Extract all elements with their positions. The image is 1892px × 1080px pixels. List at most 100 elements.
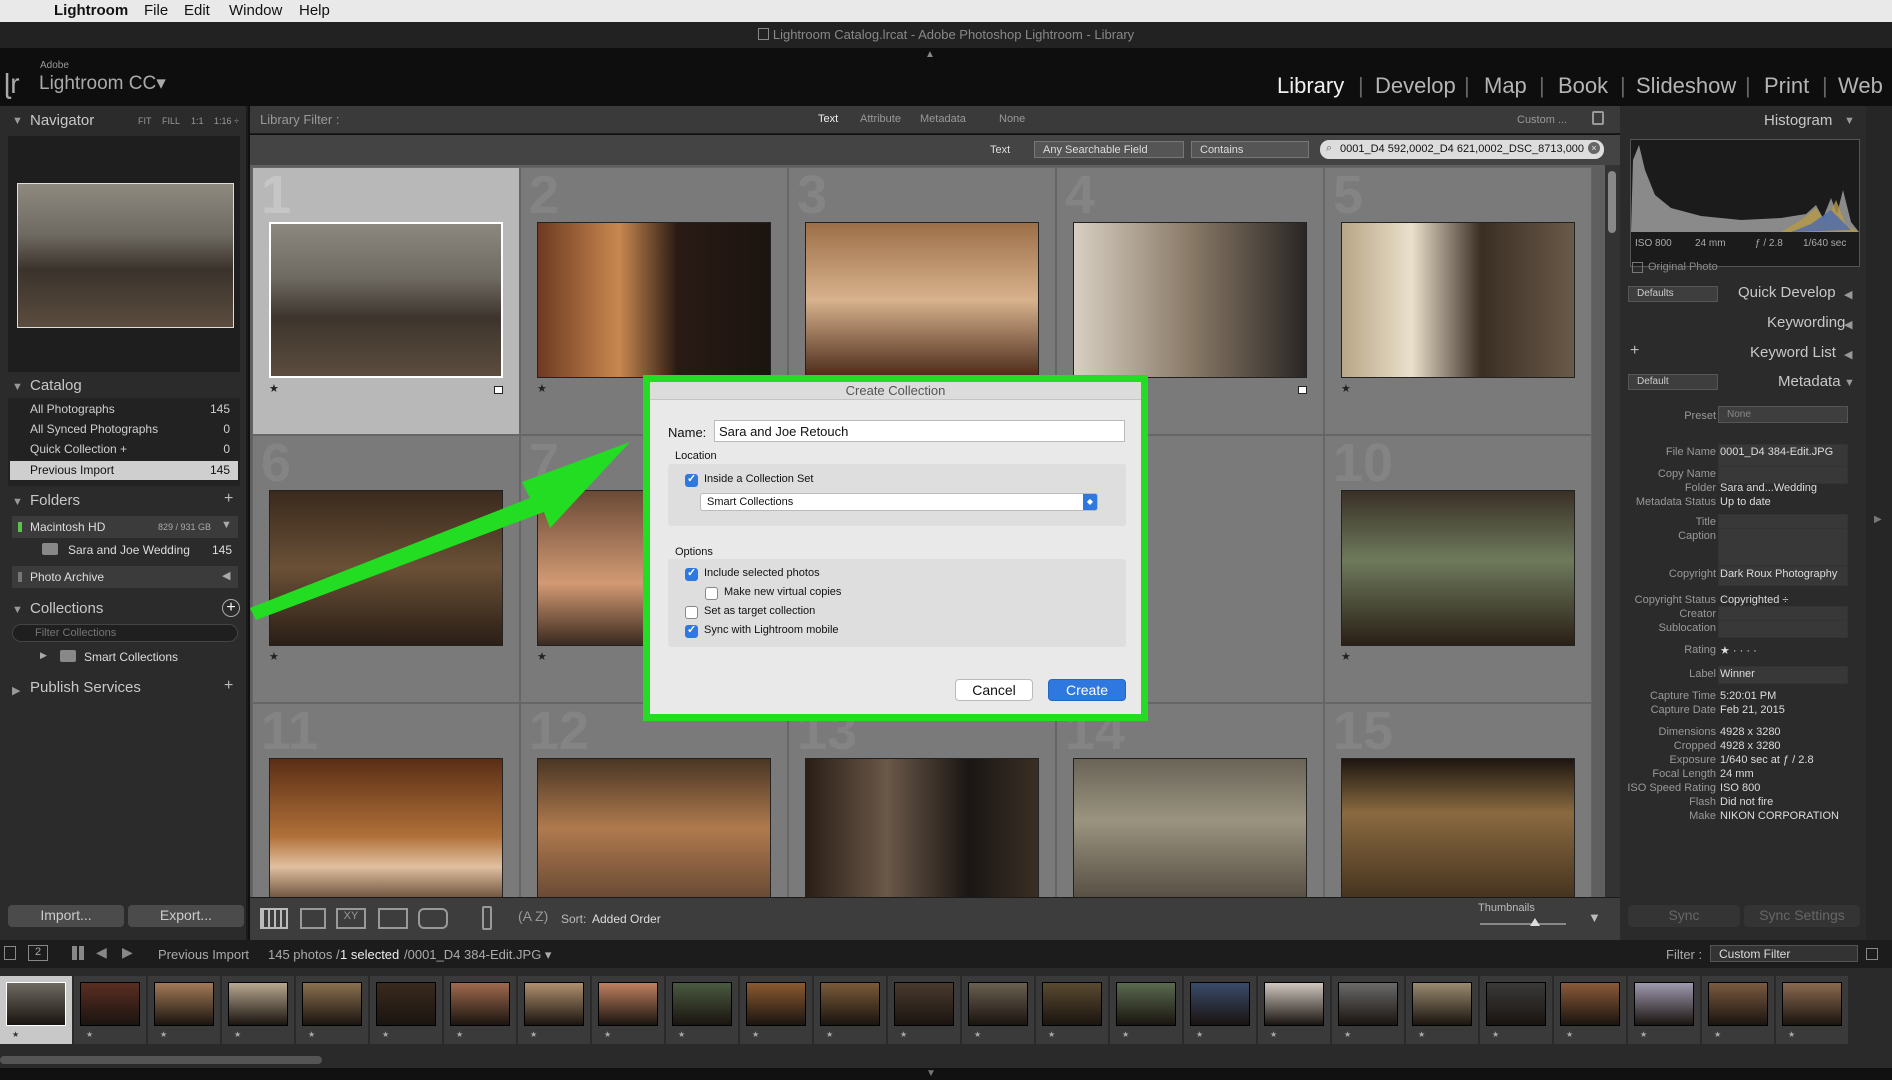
catalog-item-all-photographs[interactable]: All Photographs 145 xyxy=(10,400,238,419)
photo-thumbnail[interactable] xyxy=(1341,758,1575,897)
filmstrip-thumbnail[interactable] xyxy=(1634,982,1694,1026)
rating-star-icon[interactable]: ★ xyxy=(1341,650,1351,663)
thumbnail-size-slider[interactable] xyxy=(1480,918,1566,926)
filmstrip-thumbnail[interactable] xyxy=(820,982,880,1026)
module-slideshow[interactable]: Slideshow xyxy=(1636,73,1736,99)
filmstrip-thumbnail[interactable] xyxy=(1412,982,1472,1026)
zoom-1-1[interactable]: 1:1 xyxy=(191,116,204,126)
metadata-value[interactable]: 1/640 sec at ƒ / 2.8 xyxy=(1720,754,1844,766)
rating-star-icon[interactable]: ★ xyxy=(269,650,279,663)
filmstrip-thumbnail[interactable] xyxy=(6,982,66,1026)
filmstrip-thumbnail[interactable] xyxy=(1708,982,1768,1026)
histogram-title[interactable]: Histogram xyxy=(1764,112,1832,129)
quick-develop-title[interactable]: Quick Develop xyxy=(1738,284,1836,301)
sync-button[interactable]: Sync xyxy=(1628,905,1740,927)
sync-mobile-checkbox[interactable] xyxy=(685,623,698,638)
compare-view-icon[interactable]: XY xyxy=(336,908,366,929)
photo-thumbnail[interactable] xyxy=(537,758,771,897)
quick-develop-preset-select[interactable]: Defaults xyxy=(1628,286,1718,302)
grid-cell[interactable]: 14 xyxy=(1056,701,1324,897)
filmstrip-thumbnail[interactable] xyxy=(1190,982,1250,1026)
brand-lightroom[interactable]: Lightroom CC▾ xyxy=(39,72,166,95)
metadata-value[interactable]: 4928 x 3280 xyxy=(1720,740,1844,752)
filmstrip-thumbnail[interactable] xyxy=(154,982,214,1026)
metadata-value[interactable]: Sara and...Wedding xyxy=(1720,482,1844,494)
add-folder-icon[interactable]: + xyxy=(224,490,233,508)
metadata-field-box[interactable] xyxy=(1718,620,1848,638)
volume-expand-icon[interactable]: ◀ xyxy=(222,569,230,582)
virtual-copies-checkbox[interactable] xyxy=(705,587,718,600)
grid-cell[interactable]: 11 xyxy=(252,701,520,897)
export-button[interactable]: Export... xyxy=(128,905,244,927)
collection-name-input[interactable] xyxy=(714,420,1125,442)
filmstrip-source[interactable]: Previous Import xyxy=(158,947,249,962)
menu-file[interactable]: File xyxy=(144,2,168,19)
filmstrip-thumbnail[interactable] xyxy=(302,982,362,1026)
volume-macintosh-hd[interactable]: Macintosh HD 829 / 931 GB ▼ xyxy=(12,516,238,538)
module-map[interactable]: Map xyxy=(1484,73,1527,99)
metadata-value[interactable]: 4928 x 3280 xyxy=(1720,726,1844,738)
grid-cell[interactable]: 12 xyxy=(520,701,788,897)
metadata-value[interactable]: Feb 21, 2015 xyxy=(1720,704,1844,716)
photo-thumbnail[interactable] xyxy=(537,222,771,378)
photo-thumbnail[interactable] xyxy=(1341,490,1575,646)
collapse-triangle-icon[interactable]: ▼ xyxy=(12,115,23,127)
collections-title[interactable]: Collections xyxy=(30,600,103,617)
photo-thumbnail[interactable] xyxy=(805,222,1039,378)
grid-cell[interactable]: 1 ★ xyxy=(252,165,520,435)
badge-icon[interactable] xyxy=(1298,386,1307,394)
zoom-1-16[interactable]: 1:16 ÷ xyxy=(214,116,239,126)
people-view-icon[interactable] xyxy=(418,908,448,929)
metadata-value[interactable]: 5:20:01 PM xyxy=(1720,690,1844,702)
photo-thumbnail[interactable] xyxy=(1073,222,1307,378)
photo-thumbnail[interactable] xyxy=(1341,222,1575,378)
expand-triangle-icon[interactable]: ◀ xyxy=(1844,318,1852,331)
catalog-item-quick-collection[interactable]: Quick Collection +0 xyxy=(10,440,238,459)
slider-handle[interactable] xyxy=(1530,918,1540,926)
inside-collection-set-checkbox[interactable] xyxy=(685,472,698,487)
badge-icon[interactable] xyxy=(494,386,503,394)
catalog-title[interactable]: Catalog xyxy=(30,377,82,394)
painter-icon[interactable] xyxy=(482,906,492,930)
collapse-triangle-icon[interactable]: ▼ xyxy=(12,381,23,393)
back-arrow-icon[interactable]: ◀ xyxy=(96,944,107,961)
filmstrip-thumbnail[interactable] xyxy=(80,982,140,1026)
rating-star-icon[interactable]: ★ xyxy=(537,382,547,395)
grid-cell[interactable]: 15 xyxy=(1324,701,1592,897)
metadata-value[interactable]: Did not fire xyxy=(1720,796,1844,808)
photo-thumbnail[interactable] xyxy=(269,222,503,378)
expand-triangle-icon[interactable]: ▶ xyxy=(12,684,20,697)
add-keyword-icon[interactable]: + xyxy=(1630,342,1639,360)
panel-toggle-top-icon[interactable]: ▲ xyxy=(925,49,935,60)
filter-tab-metadata[interactable]: Metadata xyxy=(920,113,966,125)
filmstrip-thumbnail[interactable] xyxy=(598,982,658,1026)
panel-toggle-bottom-icon[interactable]: ▼ xyxy=(926,1068,936,1079)
rating-star-icon[interactable]: ★ xyxy=(537,650,547,663)
catalog-item-all-synced[interactable]: All Synced Photographs 0 xyxy=(10,420,238,439)
cancel-button[interactable]: Cancel xyxy=(955,679,1033,701)
expand-triangle-icon[interactable]: ◀ xyxy=(1844,348,1852,361)
search-filter-input[interactable]: ⌕ 0001_D4 592,0002_D4 621,0002_DSC_8713,… xyxy=(1320,140,1604,159)
module-develop[interactable]: Develop xyxy=(1375,73,1456,99)
menu-help[interactable]: Help xyxy=(299,2,330,19)
sort-select[interactable]: Added Order xyxy=(592,912,661,926)
metadata-field-box[interactable] xyxy=(1718,528,1848,566)
histogram-graph[interactable]: ISO 800 24 mm ƒ / 2.8 1/640 sec xyxy=(1630,139,1860,267)
toolbar-menu-icon[interactable]: ▼ xyxy=(1588,910,1601,925)
filmstrip-thumbnail[interactable] xyxy=(1560,982,1620,1026)
collapse-triangle-icon[interactable]: ▼ xyxy=(12,604,23,616)
grid-view-icon[interactable] xyxy=(260,908,288,929)
filter-lock-icon[interactable] xyxy=(1866,948,1878,960)
photo-thumbnail[interactable] xyxy=(1073,758,1307,897)
screen-2-icon[interactable]: 2 xyxy=(28,945,48,961)
filmstrip-thumbnail[interactable] xyxy=(1338,982,1398,1026)
collection-set-select[interactable]: Smart Collections ◆ xyxy=(700,493,1098,511)
metadata-value[interactable]: Up to date xyxy=(1720,496,1844,508)
filmstrip-thumbnail[interactable] xyxy=(968,982,1028,1026)
photo-thumbnail[interactable] xyxy=(805,758,1039,897)
folders-title[interactable]: Folders xyxy=(30,492,80,509)
keyword-list-title[interactable]: Keyword List xyxy=(1750,344,1836,361)
filter-collections-input[interactable] xyxy=(12,624,238,642)
panel-toggle-right-icon[interactable]: ▶ xyxy=(1874,514,1882,525)
grid-cell[interactable]: 13 xyxy=(788,701,1056,897)
